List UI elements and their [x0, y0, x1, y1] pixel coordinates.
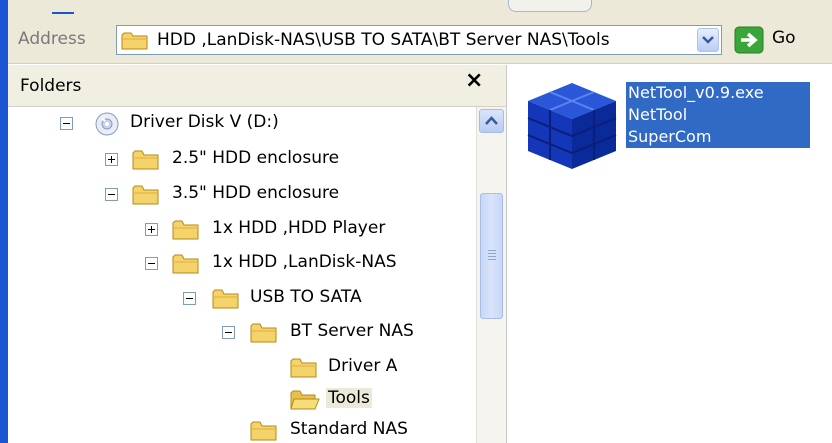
- file-item-nettool[interactable]: [522, 79, 622, 177]
- tree-item-2-5-hdd[interactable]: 2.5" HDD enclosure: [8, 145, 468, 175]
- folder-icon: [172, 253, 200, 279]
- folder-icon: [121, 31, 149, 55]
- blue-cube-icon: [527, 83, 617, 169]
- address-bar: Address HDD ,LanDisk-NAS\USB TO SATA\BT …: [8, 16, 832, 64]
- toolbar-strip: [8, 0, 832, 16]
- collapse-icon[interactable]: [145, 257, 158, 270]
- tree-item-bt-server-nas[interactable]: BT Server NAS: [8, 318, 468, 348]
- folder-icon: [132, 149, 160, 175]
- grip-line: [488, 256, 496, 257]
- address-dropdown-button[interactable]: [697, 28, 719, 52]
- tree-item-landisk-nas[interactable]: 1x HDD ,LanDisk-NAS: [8, 249, 468, 279]
- folders-title: Folders: [20, 76, 82, 96]
- folder-icon: [132, 184, 160, 210]
- grip-line: [488, 259, 496, 260]
- tree-item-usb-to-sata[interactable]: USB TO SATA: [8, 284, 468, 314]
- folder-icon: [290, 357, 318, 383]
- collapse-icon[interactable]: [222, 326, 235, 339]
- cd-drive-icon: [94, 111, 120, 141]
- go-label[interactable]: Go: [772, 28, 796, 48]
- tree-item-driver-disk[interactable]: Driver Disk V (D:): [8, 109, 468, 139]
- file-description: NetTool: [628, 105, 688, 124]
- folders-pane: Folders × Driver Disk V (D:) 2.5" HDD en…: [8, 65, 507, 443]
- scroll-up-button[interactable]: [479, 109, 504, 133]
- chevron-down-icon: [702, 36, 714, 44]
- folder-icon: [212, 288, 240, 314]
- tree-label: 2.5" HDD enclosure: [172, 148, 340, 168]
- address-input[interactable]: HDD ,LanDisk-NAS\USB TO SATA\BT Server N…: [116, 25, 722, 55]
- content-pane: NetTool_v0.9.exe NetTool SuperCom: [508, 65, 832, 443]
- tree-label: USB TO SATA: [250, 287, 362, 307]
- tree-label: 1x HDD ,HDD Player: [212, 218, 386, 238]
- tree-item-standard-nas[interactable]: Standard NAS: [8, 416, 468, 443]
- vertical-scrollbar[interactable]: [476, 107, 506, 443]
- tree-label: Standard NAS: [290, 419, 408, 439]
- folders-header: Folders ×: [8, 65, 506, 107]
- go-arrow-icon: [734, 26, 764, 54]
- collapse-icon[interactable]: [60, 117, 73, 130]
- folder-icon: [172, 219, 200, 245]
- close-icon[interactable]: ×: [465, 68, 483, 93]
- tree-item-driver-a[interactable]: Driver A: [8, 353, 468, 383]
- tree-label: Driver A: [328, 356, 398, 376]
- go-button[interactable]: [734, 26, 764, 58]
- expand-icon[interactable]: [145, 223, 158, 236]
- scroll-thumb[interactable]: [480, 193, 503, 319]
- grip-line: [488, 250, 496, 251]
- tree-label: 3.5" HDD enclosure: [172, 183, 340, 203]
- collapse-icon[interactable]: [183, 292, 196, 305]
- tree-item-3-5-hdd[interactable]: 3.5" HDD enclosure: [8, 180, 468, 210]
- toolbar-button-partial[interactable]: [508, 0, 592, 12]
- tree-label: 1x HDD ,LanDisk-NAS: [212, 252, 397, 272]
- file-company: SuperCom: [628, 127, 712, 146]
- grip-line: [488, 253, 496, 254]
- file-name: NetTool_v0.9.exe: [628, 83, 764, 102]
- tree-label: BT Server NAS: [290, 321, 414, 341]
- address-path: HDD ,LanDisk-NAS\USB TO SATA\BT Server N…: [157, 30, 610, 50]
- tree-item-tools[interactable]: Tools: [8, 385, 468, 415]
- collapse-icon[interactable]: [105, 188, 118, 201]
- address-label: Address: [18, 29, 86, 49]
- toolbar-edge: [52, 0, 74, 14]
- tree-label-selected: Tools: [326, 388, 372, 408]
- file-label-selected[interactable]: NetTool_v0.9.exe NetTool SuperCom: [626, 82, 810, 148]
- folder-icon: [250, 420, 278, 443]
- tree-label: Driver Disk V (D:): [130, 112, 279, 132]
- expand-icon[interactable]: [105, 153, 118, 166]
- window-left-edge: [0, 0, 8, 443]
- chevron-up-icon: [485, 116, 498, 125]
- folder-open-icon: [290, 389, 320, 415]
- tree-item-hdd-player[interactable]: 1x HDD ,HDD Player: [8, 215, 468, 245]
- folder-icon: [250, 322, 278, 348]
